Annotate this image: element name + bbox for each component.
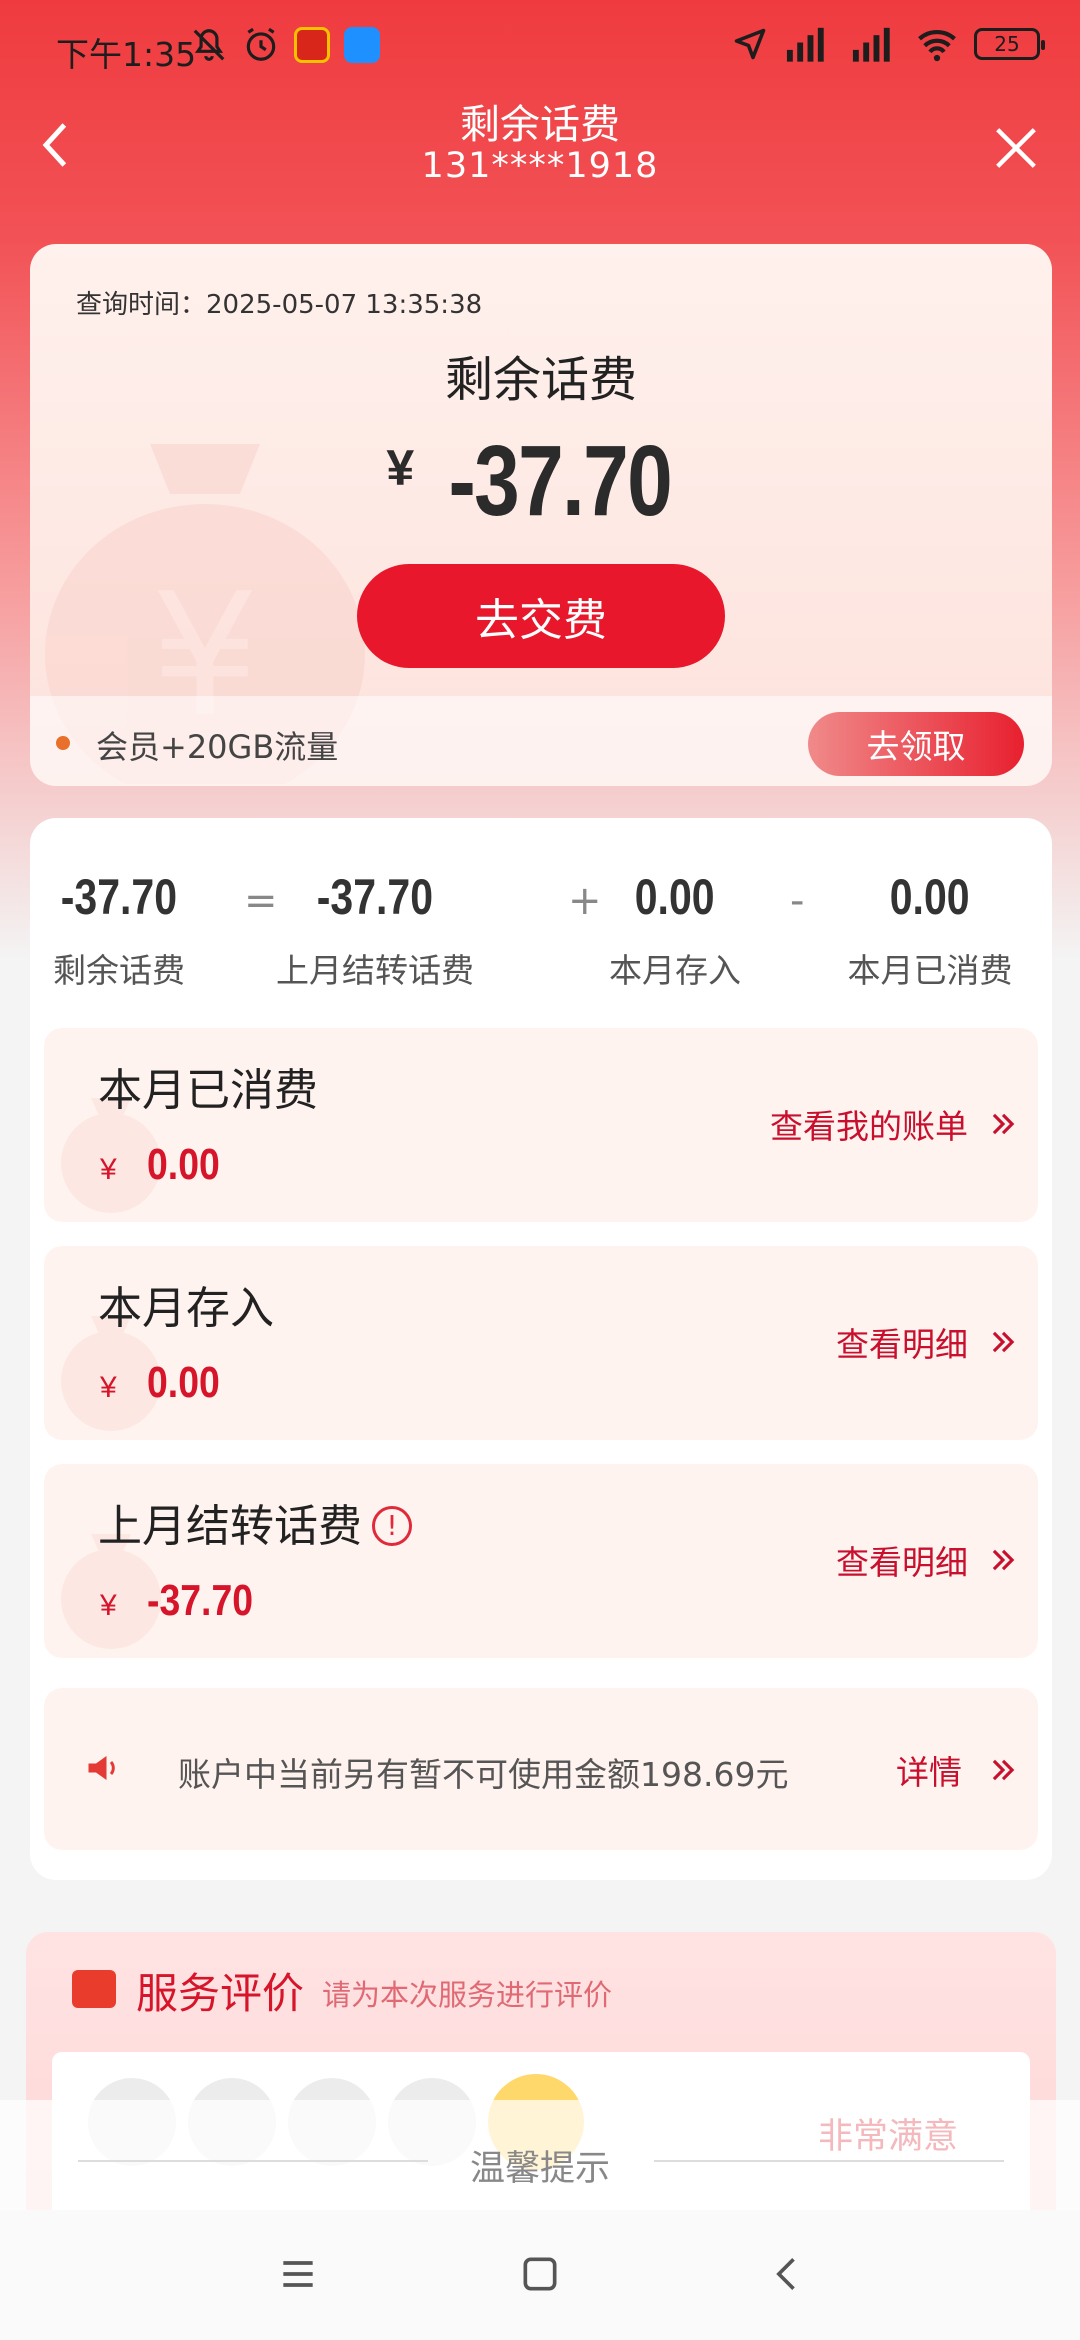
currency-symbol: ¥ — [100, 1153, 117, 1186]
formula-label: 上月结转话费 — [276, 951, 474, 990]
very-satisfied-label: 非常满意 — [818, 2117, 959, 2157]
view-bill-label: 查看我的账单 — [770, 1107, 968, 1146]
formula-value: 0.00 — [635, 869, 715, 925]
service-rating-title: 服务评价 — [136, 1969, 305, 2018]
nav-bar: 剩余话费 131****1918 — [0, 90, 1080, 200]
notice-detail-link[interactable]: 详情 — [896, 1746, 1016, 1794]
double-chevron-right-icon — [992, 1331, 1015, 1353]
row-month-deposit[interactable]: 本月存入 ¥0.00 查看明细 — [44, 1246, 1038, 1440]
double-chevron-right-icon — [992, 1549, 1015, 1571]
formula-item: -37.70 剩余话费 — [44, 868, 194, 992]
formula-item: 0.00 本月存入 — [590, 868, 760, 992]
view-detail-label: 查看明细 — [836, 1543, 968, 1582]
row-amount: ¥0.00 — [100, 1358, 232, 1408]
row-label-wrap: 上月结转话费! — [98, 1490, 412, 1554]
query-time: 查询时间：2025-05-07 13:35:38 — [76, 284, 482, 321]
battery-icon: 25 — [974, 28, 1045, 60]
message-app-icon — [344, 27, 380, 63]
formula-item: -37.70 上月结转话费 — [200, 868, 550, 992]
query-time-label: 查询时间： — [76, 290, 207, 320]
app-notification-icon — [294, 27, 330, 63]
home-icon[interactable] — [518, 2252, 562, 2296]
service-rating-subtitle: 请为本次服务进行评价 — [322, 1978, 613, 2012]
currency-symbol: ¥ — [386, 440, 415, 496]
close-icon[interactable] — [994, 126, 1038, 170]
row-label: 本月已消费 — [98, 1065, 318, 1116]
view-detail-link[interactable]: 查看明细 — [836, 1318, 1016, 1366]
formula-item: 0.00 本月已消费 — [820, 868, 1040, 992]
notice-text: 账户中当前另有暂不可使用金额198.69元 — [178, 1755, 789, 1794]
formula-operator: - — [790, 878, 805, 924]
formula-value: -37.70 — [316, 869, 434, 925]
currency-symbol: ¥ — [100, 1371, 117, 1404]
formula-value: -37.70 — [60, 869, 178, 925]
query-time-value: 2025-05-07 13:35:38 — [206, 290, 483, 320]
row-label: 上月结转话费 — [98, 1501, 362, 1552]
rating-icon — [72, 1970, 116, 2008]
balance-amount: ¥ -37.70 — [30, 424, 1052, 539]
signal-icon-2 — [852, 27, 890, 62]
row-amount-value: -37.70 — [146, 1576, 253, 1625]
view-bill-link[interactable]: 查看我的账单 — [770, 1100, 1016, 1148]
formula-label: 本月已消费 — [847, 951, 1013, 990]
info-warning-icon[interactable]: ! — [372, 1506, 412, 1546]
currency-symbol: ¥ — [100, 1589, 117, 1622]
balance-title: 剩余话费 — [444, 352, 637, 408]
formula-label: 剩余话费 — [53, 951, 185, 990]
menu-icon[interactable] — [276, 2252, 320, 2296]
alarm-icon — [246, 27, 276, 61]
row-amount-value: 0.00 — [146, 1358, 220, 1407]
promo-banner[interactable]: 会员+20GB流量 去领取 — [30, 696, 1052, 786]
back-nav-icon[interactable] — [766, 2252, 810, 2296]
location-icon — [734, 28, 766, 60]
balance-card: ¥ 查询时间：2025-05-07 13:35:38 剩余话费 ¥ -37.70 … — [30, 244, 1052, 786]
system-nav-bar — [0, 2210, 1080, 2340]
promo-text: 会员+20GB流量 — [96, 728, 339, 766]
row-label: 本月存入 — [98, 1283, 274, 1334]
formula-value: 0.00 — [890, 869, 970, 925]
balance-formula: -37.70 剩余话费 = -37.70 上月结转话费 + 0.00 本月存入 … — [30, 868, 1052, 990]
balance-value: -37.70 — [448, 425, 673, 537]
battery-level: 25 — [994, 32, 1020, 56]
page-title: 剩余话费 — [460, 102, 620, 148]
pay-button[interactable]: 去交费 — [357, 564, 725, 668]
speaker-icon — [88, 1756, 115, 1780]
status-bar: 下午1:35 25 — [0, 0, 1080, 96]
phone-number: 131****1918 — [421, 146, 659, 186]
notice-detail-label: 详情 — [896, 1753, 962, 1792]
row-amount: ¥0.00 — [100, 1140, 232, 1190]
row-amount-value: 0.00 — [146, 1140, 220, 1189]
view-detail-label: 查看明细 — [836, 1325, 968, 1364]
wifi-icon — [918, 30, 956, 62]
balance-detail-card: -37.70 剩余话费 = -37.70 上月结转话费 + 0.00 本月存入 … — [30, 818, 1052, 1880]
row-amount: ¥ -37.70 — [100, 1576, 271, 1626]
mute-icon — [193, 29, 225, 61]
status-time: 下午1:35 — [56, 35, 197, 74]
view-detail-link[interactable]: 查看明细 — [836, 1536, 1016, 1584]
formula-label: 本月存入 — [609, 951, 741, 990]
unavailable-amount-notice[interactable]: 账户中当前另有暂不可使用金额198.69元 详情 — [44, 1688, 1038, 1850]
row-last-month-carryover[interactable]: 上月结转话费! ¥ -37.70 查看明细 — [44, 1464, 1038, 1658]
promo-dot — [56, 736, 70, 750]
claim-button[interactable]: 去领取 — [808, 712, 1024, 776]
double-chevron-right-icon — [992, 1759, 1015, 1781]
signal-icon — [786, 27, 824, 62]
double-chevron-right-icon — [992, 1113, 1015, 1135]
row-month-spent[interactable]: 本月已消费 ¥0.00 查看我的账单 — [44, 1028, 1038, 1222]
